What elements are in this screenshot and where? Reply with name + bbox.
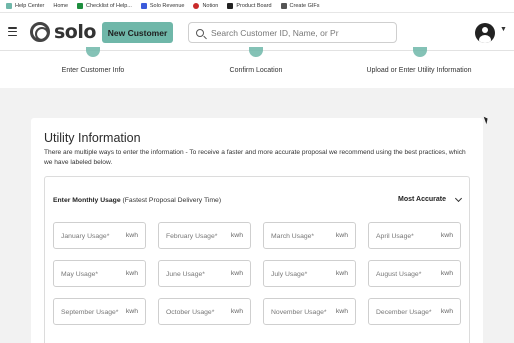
- bookmark-product-board[interactable]: Product Board: [227, 3, 272, 9]
- january-usage-field[interactable]: January Usage* kwh: [53, 222, 146, 249]
- field-label: April Usage*: [376, 233, 414, 240]
- bookmark-label: Product Board: [236, 3, 272, 9]
- field-label: June Usage*: [166, 271, 205, 278]
- sheets-icon: [77, 3, 84, 9]
- app-header: solo New Customer ▼: [0, 13, 514, 51]
- october-usage-field[interactable]: October Usage* kwh: [158, 298, 251, 325]
- notion-icon: [193, 3, 200, 9]
- accuracy-toggle[interactable]: Most Accurate: [398, 194, 463, 203]
- bookmark-label: Solo Revenue: [149, 3, 185, 9]
- unit-label: kwh: [440, 270, 453, 277]
- solo-logo[interactable]: solo: [30, 21, 96, 43]
- mouse-cursor-icon: [483, 115, 490, 125]
- logo-mark-icon: [30, 22, 50, 42]
- search-icon: [196, 28, 204, 37]
- february-usage-field[interactable]: February Usage* kwh: [158, 222, 251, 249]
- bookmark-label: Notion: [202, 3, 219, 9]
- monthly-usage-panel: Enter Monthly Usage (Fastest Proposal De…: [44, 176, 470, 343]
- field-label: October Usage*: [166, 309, 215, 316]
- unit-label: kwh: [335, 232, 348, 239]
- unit-label: kwh: [440, 232, 453, 239]
- help-center-icon: [6, 3, 12, 9]
- field-label: February Usage*: [166, 233, 218, 240]
- december-usage-field[interactable]: December Usage* kwh: [368, 298, 461, 325]
- field-label: January Usage*: [61, 233, 110, 240]
- september-usage-field[interactable]: September Usage* kwh: [53, 298, 146, 325]
- user-avatar-icon[interactable]: [475, 23, 495, 43]
- unit-label: kwh: [230, 232, 243, 239]
- june-usage-field[interactable]: June Usage* kwh: [158, 260, 251, 287]
- usage-header: Enter Monthly Usage (Fastest Proposal De…: [53, 197, 221, 204]
- bookmark-create-gifs[interactable]: Create GIFs: [280, 3, 320, 9]
- bookmark-label: Create GIFs: [289, 3, 320, 9]
- menu-icon[interactable]: [8, 27, 17, 36]
- step-indicator-icon: [413, 47, 427, 57]
- bookmark-label: Help Center: [15, 3, 45, 9]
- progress-stepper: Enter Customer Info Confirm Location Upl…: [0, 47, 514, 88]
- unit-label: kwh: [335, 308, 348, 315]
- search-box: [188, 22, 397, 43]
- unit-label: kwh: [440, 308, 453, 315]
- unit-label: kwh: [230, 308, 243, 315]
- april-usage-field[interactable]: April Usage* kwh: [368, 222, 461, 249]
- step-indicator-icon: [86, 47, 100, 57]
- accuracy-label: Most Accurate: [398, 196, 446, 203]
- bookmark-checklist[interactable]: Checklist of Help...: [77, 3, 132, 9]
- field-label: July Usage*: [271, 271, 308, 278]
- unit-label: kwh: [125, 308, 138, 315]
- new-customer-button[interactable]: New Customer: [102, 22, 173, 43]
- gif-icon: [280, 3, 287, 9]
- step-indicator-icon: [249, 47, 263, 57]
- may-usage-field[interactable]: May Usage* kwh: [53, 260, 146, 287]
- logo-text: solo: [54, 21, 96, 43]
- section-description: There are multiple ways to enter the inf…: [44, 149, 466, 166]
- utility-information-card: Utility Information There are multiple w…: [31, 118, 483, 343]
- bookmark-label: Checklist of Help...: [86, 3, 132, 9]
- bookmark-home[interactable]: Home: [53, 3, 68, 9]
- bookmarks-bar: Help Center Home Checklist of Help... So…: [0, 0, 514, 13]
- field-label: August Usage*: [376, 271, 422, 278]
- step-label-confirm-location: Confirm Location: [229, 67, 283, 74]
- field-label: November Usage*: [271, 309, 327, 316]
- usage-header-note: (Fastest Proposal Delivery Time): [120, 197, 222, 204]
- usage-header-title: Enter Monthly Usage: [53, 197, 121, 204]
- field-label: May Usage*: [61, 271, 99, 278]
- step-label-utility-info: Upload or Enter Utility Information: [366, 67, 472, 74]
- chevron-down-icon: [454, 194, 463, 202]
- chevron-down-icon[interactable]: ▼: [500, 26, 507, 33]
- step-label-customer-info: Enter Customer Info: [61, 67, 125, 74]
- november-usage-field[interactable]: November Usage* kwh: [263, 298, 356, 325]
- july-usage-field[interactable]: July Usage* kwh: [263, 260, 356, 287]
- unit-label: kwh: [230, 270, 243, 277]
- product-board-icon: [227, 3, 234, 9]
- march-usage-field[interactable]: March Usage* kwh: [263, 222, 356, 249]
- bookmark-solo-revenue[interactable]: Solo Revenue: [140, 3, 185, 9]
- field-label: December Usage*: [376, 309, 432, 316]
- section-title: Utility Information: [44, 131, 141, 145]
- bookmark-label: Home: [53, 3, 69, 9]
- unit-label: kwh: [335, 270, 348, 277]
- unit-label: kwh: [125, 270, 138, 277]
- bookmark-notion[interactable]: Notion: [193, 3, 218, 9]
- search-input[interactable]: [211, 27, 381, 38]
- bookmark-help-center[interactable]: Help Center: [6, 3, 44, 9]
- field-label: September Usage*: [61, 309, 119, 316]
- august-usage-field[interactable]: August Usage* kwh: [368, 260, 461, 287]
- chart-icon: [140, 3, 147, 9]
- field-label: March Usage*: [271, 233, 315, 240]
- unit-label: kwh: [125, 232, 138, 239]
